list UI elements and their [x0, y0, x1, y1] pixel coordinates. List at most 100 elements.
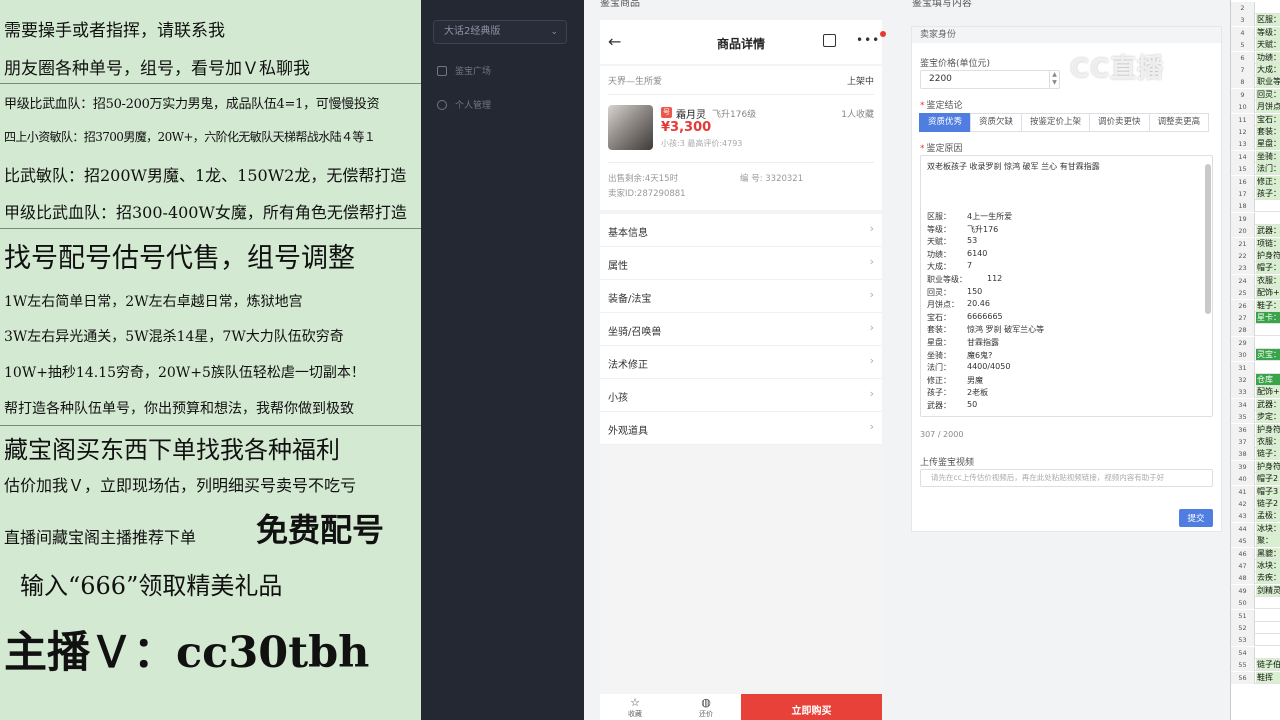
sheet-cell[interactable]: 天赋： — [1256, 39, 1280, 51]
sheet-cell[interactable]: 武器： — [1256, 225, 1280, 237]
favorite-button[interactable]: ☆ 收藏 — [605, 697, 665, 719]
sheet-cell[interactable]: 区服： — [1256, 14, 1280, 26]
sheet-cell[interactable]: 去疾： — [1256, 572, 1280, 584]
sheet-row[interactable]: 49 剑精灵 — [1231, 584, 1280, 597]
sheet-cell[interactable]: 帽子： — [1256, 262, 1280, 274]
sheet-cell[interactable]: 回灵： — [1256, 88, 1280, 100]
sheet-row[interactable]: 39 护身符 — [1231, 460, 1280, 473]
sheet-cell[interactable]: 护身符 — [1256, 250, 1280, 261]
sheet-cell[interactable]: 孩子： — [1256, 188, 1280, 199]
sheet-row[interactable]: 28 — [1231, 324, 1280, 337]
sheet-row[interactable]: 8 职业等 — [1231, 76, 1280, 89]
sheet-row[interactable]: 27 星卡： — [1231, 312, 1280, 324]
sheet-cell[interactable]: 大成： — [1256, 64, 1280, 75]
sheet-row[interactable]: 45 聚： — [1231, 535, 1280, 548]
sheet-row[interactable]: 4 等级： — [1231, 26, 1280, 39]
sheet-cell[interactable] — [1256, 361, 1280, 373]
sheet-cell[interactable]: 护身符 — [1256, 423, 1280, 435]
sheet-row[interactable]: 14 坐骑： — [1231, 150, 1280, 163]
sheet-row[interactable]: 12 套装： — [1231, 126, 1280, 138]
option-lacking[interactable]: 资质欠缺 — [970, 113, 1023, 132]
sheet-cell[interactable]: 配饰+ — [1256, 386, 1280, 398]
sheet-cell[interactable]: 项链： — [1256, 237, 1280, 249]
option-list-at-price[interactable]: 按鉴定价上架 — [1021, 113, 1091, 132]
sheet-cell[interactable]: 帽子2 — [1256, 473, 1280, 485]
sheet-cell[interactable]: 链子： — [1256, 448, 1280, 460]
sheet-row[interactable]: 16 修正： — [1231, 175, 1280, 188]
sheet-row[interactable]: 11 宝石： — [1231, 113, 1280, 126]
sheet-row[interactable]: 21 项链： — [1231, 237, 1280, 250]
sheet-row[interactable]: 44 冰块： — [1231, 522, 1280, 535]
sheet-row[interactable]: 42 链子2 — [1231, 498, 1280, 510]
sheet-row[interactable]: 22 护身符 — [1231, 250, 1280, 262]
sheet-cell[interactable] — [1256, 622, 1280, 633]
option-excellent[interactable]: 资质优秀 — [919, 113, 972, 132]
sheet-row[interactable]: 37 衣服： — [1231, 436, 1280, 448]
sheet-cell[interactable]: 冰块： — [1256, 560, 1280, 571]
sheet-row[interactable]: 24 衣服： — [1231, 274, 1280, 287]
sheet-row[interactable]: 13 星盘： — [1231, 138, 1280, 151]
sheet-row[interactable]: 33 配饰+ — [1231, 386, 1280, 399]
sheet-cell[interactable] — [1256, 646, 1280, 658]
sheet-cell[interactable]: 配饰+ — [1256, 287, 1280, 299]
sheet-row[interactable]: 52 — [1231, 622, 1280, 634]
menu-item-attributes[interactable]: 属性 › — [600, 247, 882, 280]
option-sell-faster[interactable]: 调价卖更快 — [1089, 113, 1150, 132]
sheet-row[interactable]: 18 — [1231, 200, 1280, 213]
sheet-cell[interactable]: 孟极： — [1256, 510, 1280, 522]
game-select[interactable]: 大话2经典版 ⌄ — [433, 20, 567, 44]
nav-item-personal[interactable]: 个人管理 — [437, 98, 491, 111]
sheet-cell[interactable]: 武器： — [1256, 398, 1280, 410]
sheet-cell[interactable]: 鞋挥 — [1256, 671, 1280, 683]
nav-item-appraisal-square[interactable]: 鉴宝广场 — [437, 64, 491, 77]
sheet-cell[interactable]: 鞋子： — [1256, 299, 1280, 311]
sheet-cell[interactable]: 法门： — [1256, 163, 1280, 175]
sheet-row[interactable]: 10 月饼点 — [1231, 101, 1280, 114]
price-input[interactable]: 2200 ▲ ▼ — [920, 70, 1060, 89]
sheet-cell[interactable] — [1256, 597, 1280, 609]
sheet-row[interactable]: 38 链子： — [1231, 448, 1280, 461]
sheet-cell[interactable]: 帽子3 — [1256, 485, 1280, 497]
sheet-row[interactable]: 25 配饰+ — [1231, 287, 1280, 300]
sheet-cell[interactable]: 护身符 — [1256, 460, 1280, 472]
sheet-row[interactable]: 6 功绩： — [1231, 51, 1280, 64]
video-link-input[interactable]: 请先在cc上传估价视频后，再在此处粘贴视频链接，视频内容有助于好 — [920, 469, 1213, 487]
sheet-row[interactable]: 2 — [1231, 2, 1280, 14]
sheet-row[interactable]: 19 — [1231, 212, 1280, 225]
sheet-cell[interactable]: 衣服： — [1256, 436, 1280, 447]
more-icon[interactable]: ••• — [856, 31, 887, 47]
menu-item-mounts[interactable]: 坐骑/召唤兽 › — [600, 313, 882, 346]
sheet-row[interactable]: 29 — [1231, 336, 1280, 349]
sheet-row[interactable]: 50 — [1231, 597, 1280, 610]
menu-item-appearance[interactable]: 外观道具 › — [600, 412, 882, 445]
sheet-row[interactable]: 34 武器： — [1231, 398, 1280, 411]
scrollbar[interactable] — [1205, 164, 1211, 314]
sheet-row[interactable]: 36 护身符 — [1231, 423, 1280, 436]
sheet-cell[interactable] — [1256, 212, 1280, 224]
sheet-row[interactable]: 47 冰块： — [1231, 560, 1280, 572]
sheet-cell[interactable]: 链子伯 — [1256, 659, 1280, 671]
sheet-row[interactable]: 32 仓库 — [1231, 374, 1280, 386]
sheet-cell[interactable]: 链子2 — [1256, 498, 1280, 509]
sheet-cell[interactable]: 聚： — [1256, 535, 1280, 547]
sheet-cell[interactable] — [1256, 200, 1280, 212]
sheet-row[interactable]: 20 武器： — [1231, 225, 1280, 238]
sheet-cell[interactable]: 黑貔： — [1256, 547, 1280, 559]
sheet-row[interactable]: 31 — [1231, 361, 1280, 374]
sheet-row[interactable]: 56 鞋挥 — [1231, 671, 1280, 684]
reason-textarea[interactable]: 双老板孩子 收录罗刹 惊鸿 破军 兰心 有甘霖指露 区服： 4上一生所爱 等级： 飞升… — [920, 155, 1213, 417]
submit-button[interactable]: 提交 — [1179, 509, 1213, 527]
sheet-row[interactable]: 48 去疾： — [1231, 572, 1280, 585]
sheet-cell[interactable]: 步定： — [1256, 411, 1280, 423]
sheet-cell[interactable]: 坐骑： — [1256, 150, 1280, 162]
sheet-row[interactable]: 40 帽子2 — [1231, 473, 1280, 486]
sheet-cell[interactable]: 仓库 — [1256, 374, 1280, 385]
sheet-row[interactable]: 41 帽子3 — [1231, 485, 1280, 498]
sheet-row[interactable]: 30 灵宝： — [1231, 349, 1280, 362]
sheet-cell[interactable] — [1256, 634, 1280, 646]
sheet-row[interactable]: 54 — [1231, 646, 1280, 659]
sheet-row[interactable]: 43 孟极： — [1231, 510, 1280, 523]
option-sell-higher[interactable]: 调整卖更高 — [1148, 113, 1210, 132]
sheet-row[interactable]: 15 法门： — [1231, 163, 1280, 176]
sheet-cell[interactable] — [1256, 609, 1280, 621]
